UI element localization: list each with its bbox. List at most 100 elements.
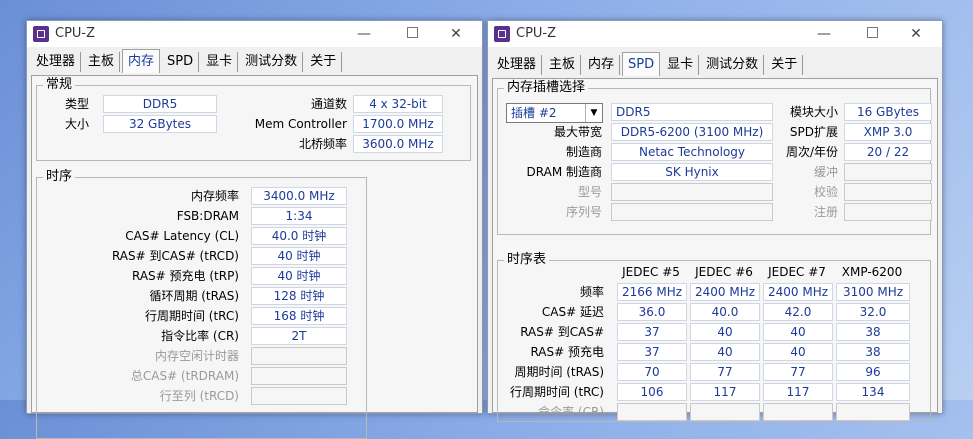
tab-graphics[interactable]: 显卡 bbox=[201, 52, 239, 72]
spd-ext-value: XMP 3.0 bbox=[844, 123, 932, 141]
tab-spd[interactable]: SPD bbox=[162, 52, 200, 72]
tab-about[interactable]: 关于 bbox=[766, 55, 804, 75]
timing-value-tras: 128 时钟 bbox=[251, 287, 347, 305]
spd-type-value: DDR5 bbox=[611, 103, 773, 121]
cpuz-window-memory: CPU-Z — ✕ 处理器 主板 内存 SPD 显卡 测试分数 关于 常规 类型 DDR5 … bbox=[26, 20, 483, 439]
title-bar[interactable]: CPU-Z — ✕ bbox=[488, 21, 942, 47]
close-button[interactable]: ✕ bbox=[904, 24, 928, 44]
chevron-down-icon: ▼ bbox=[585, 104, 602, 122]
col-header-jedec5: JEDEC #5 bbox=[622, 265, 680, 279]
cell bbox=[690, 403, 760, 421]
col-header-jedec6: JEDEC #6 bbox=[695, 265, 753, 279]
serial-number-label: 序列号 bbox=[565, 205, 602, 219]
timing-table-title: 时序表 bbox=[504, 252, 550, 268]
spd-panel: 内存插槽选择 插槽 #2 ▼ DDR5 模块大小 16 GBytes 最大带宽 … bbox=[492, 78, 938, 422]
cell: 96 bbox=[836, 363, 910, 381]
cell: 32.0 bbox=[836, 303, 910, 321]
slot-select[interactable]: 插槽 #2 ▼ bbox=[506, 103, 603, 123]
timing-value-trc: 168 时钟 bbox=[251, 307, 347, 325]
tab-bar: 处理器 主板 内存 SPD 显卡 测试分数 关于 bbox=[492, 52, 805, 78]
minimize-button[interactable]: — bbox=[352, 24, 376, 44]
tab-memory[interactable]: 内存 bbox=[583, 55, 621, 75]
tab-bench[interactable]: 测试分数 bbox=[701, 55, 765, 75]
channels-value: 4 x 32-bit bbox=[353, 95, 443, 113]
tab-memory[interactable]: 内存 bbox=[122, 49, 161, 73]
nb-freq-value: 3600.0 MHz bbox=[353, 135, 443, 153]
manufacturer-value: Netac Technology bbox=[611, 143, 773, 161]
module-size-value: 16 GBytes bbox=[844, 103, 932, 121]
cell bbox=[836, 403, 910, 421]
timing-label-trp: RAS# 预充电 (tRP) bbox=[131, 269, 239, 283]
serial-number-value bbox=[611, 203, 773, 221]
tab-mainboard[interactable]: 主板 bbox=[544, 55, 582, 75]
registered-value bbox=[844, 203, 932, 221]
table-row: RAS# 预充电 37 40 40 38 bbox=[498, 343, 930, 361]
tab-mainboard[interactable]: 主板 bbox=[83, 52, 121, 72]
cell: 40 bbox=[690, 343, 760, 361]
timing-label-row-to-col: 行至列 (tRCD) bbox=[159, 389, 239, 403]
maximize-button[interactable] bbox=[860, 24, 884, 44]
cell: 70 bbox=[617, 363, 687, 381]
timing-value-trdram bbox=[251, 367, 347, 385]
cell: 134 bbox=[836, 383, 910, 401]
week-year-value: 20 / 22 bbox=[844, 143, 932, 161]
table-row: 周期时间 (tRAS) 70 77 77 96 bbox=[498, 363, 930, 381]
cell: 38 bbox=[836, 323, 910, 341]
slot-group-title: 内存插槽选择 bbox=[504, 80, 589, 96]
channels-label: 通道数 bbox=[310, 97, 347, 111]
size-label: 大小 bbox=[64, 117, 89, 131]
buffered-label: 缓冲 bbox=[813, 165, 838, 179]
tab-processor[interactable]: 处理器 bbox=[31, 52, 82, 72]
cell: 42.0 bbox=[763, 303, 833, 321]
type-label: 类型 bbox=[64, 97, 89, 111]
title-bar[interactable]: CPU-Z — ✕ bbox=[27, 21, 482, 47]
timing-value-trcd: 40 时钟 bbox=[251, 247, 347, 265]
tab-processor[interactable]: 处理器 bbox=[492, 55, 543, 75]
tab-about[interactable]: 关于 bbox=[305, 52, 343, 72]
nb-freq-label: 北桥频率 bbox=[298, 137, 347, 151]
memory-panel: 常规 类型 DDR5 通道数 4 x 32-bit 大小 32 GBytes M… bbox=[31, 75, 478, 439]
tab-bench[interactable]: 测试分数 bbox=[240, 52, 304, 72]
cell: 40 bbox=[763, 323, 833, 341]
row-label-trc: 行周期时间 (tRC) bbox=[509, 385, 604, 399]
row-label-ras-to-cas: RAS# 到CAS# bbox=[520, 325, 604, 339]
timing-value-cr: 2T bbox=[251, 327, 347, 345]
correction-value bbox=[844, 183, 932, 201]
slot-group: 内存插槽选择 插槽 #2 ▼ DDR5 模块大小 16 GBytes 最大带宽 … bbox=[497, 80, 932, 235]
window-title: CPU-Z bbox=[55, 26, 96, 41]
timing-label-fsb-dram: FSB:DRAM bbox=[176, 209, 239, 223]
dram-manufacturer-label: DRAM 制造商 bbox=[526, 165, 602, 179]
timings-group-title: 时序 bbox=[43, 169, 76, 185]
max-bandwidth-label: 最大带宽 bbox=[553, 125, 602, 139]
tab-spd[interactable]: SPD bbox=[622, 52, 661, 76]
timing-value-idle-timer bbox=[251, 347, 347, 365]
timing-table-group: 时序表 JEDEC #5 JEDEC #6 JEDEC #7 XMP-6200 … bbox=[497, 252, 931, 422]
memctrl-value: 1700.0 MHz bbox=[353, 115, 443, 133]
minimize-button[interactable]: — bbox=[812, 24, 836, 44]
timing-value-row-to-col bbox=[251, 387, 347, 405]
tab-graphics[interactable]: 显卡 bbox=[662, 55, 700, 75]
timing-value-trp: 40 时钟 bbox=[251, 267, 347, 285]
spd-ext-label: SPD扩展 bbox=[789, 125, 838, 139]
cell bbox=[763, 403, 833, 421]
cell: 77 bbox=[690, 363, 760, 381]
table-row: 频率 2166 MHz 2400 MHz 2400 MHz 3100 MHz bbox=[498, 283, 930, 301]
timing-label-trdram: 总CAS# (tRDRAM) bbox=[130, 369, 239, 383]
part-number-value bbox=[611, 183, 773, 201]
cell: 40.0 bbox=[690, 303, 760, 321]
maximize-button[interactable] bbox=[400, 24, 424, 44]
dram-manufacturer-value: SK Hynix bbox=[611, 163, 773, 181]
cell: 117 bbox=[690, 383, 760, 401]
timing-label-cr: 指令比率 (CR) bbox=[161, 329, 239, 343]
close-button[interactable]: ✕ bbox=[444, 24, 468, 44]
timing-label-tras: 循环周期 (tRAS) bbox=[149, 289, 239, 303]
timing-label-trc: 行周期时间 (tRC) bbox=[144, 309, 239, 323]
cell: 38 bbox=[836, 343, 910, 361]
tab-bar: 处理器 主板 内存 SPD 显卡 测试分数 关于 bbox=[31, 49, 344, 75]
timing-value-cl: 40.0 时钟 bbox=[251, 227, 347, 245]
cell: 37 bbox=[617, 323, 687, 341]
timing-label-cl: CAS# Latency (CL) bbox=[125, 229, 239, 243]
timing-value-dram-freq: 3400.0 MHz bbox=[251, 187, 347, 205]
table-row: 命令率 (CR) bbox=[498, 403, 930, 421]
cell: 2400 MHz bbox=[690, 283, 760, 301]
